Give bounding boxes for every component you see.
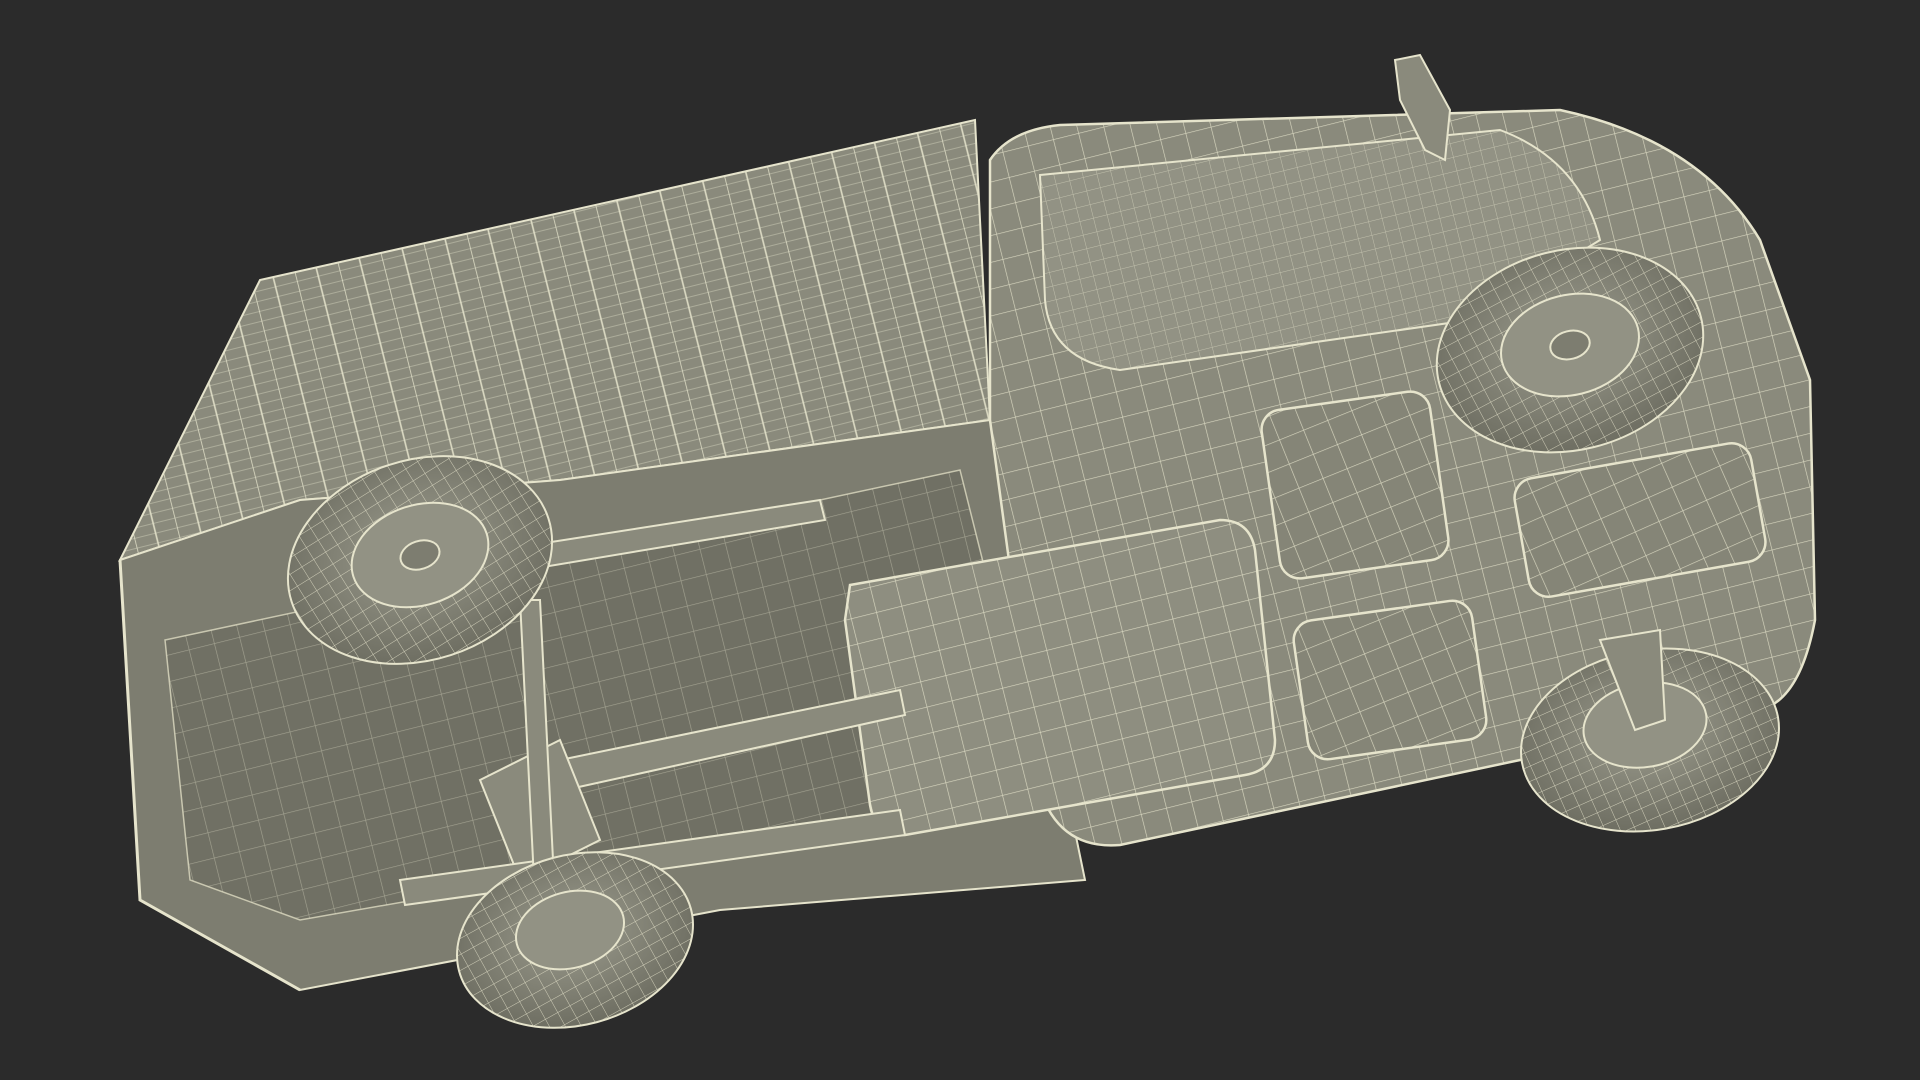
truck-wireframe-render [118,53,1817,1029]
render-viewport [0,0,1920,1080]
